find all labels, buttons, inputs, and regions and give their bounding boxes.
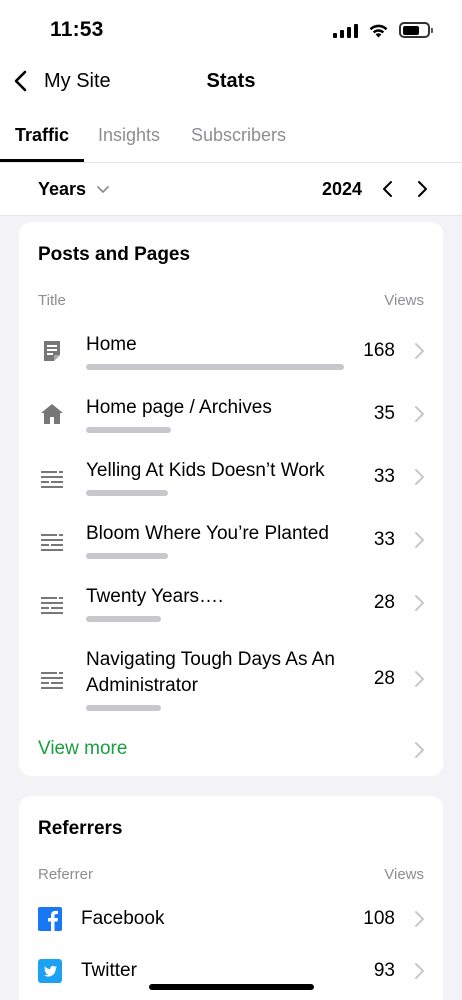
page-icon xyxy=(44,341,60,361)
post-title: Home xyxy=(86,334,137,355)
navigation-bar: My Site Stats xyxy=(0,60,462,106)
chevron-right-icon xyxy=(415,671,424,687)
column-header-views: Views xyxy=(384,866,424,883)
post-icon xyxy=(41,672,63,689)
views-bar xyxy=(86,616,161,622)
post-row-yelling[interactable]: Yelling At Kids Doesn’t Work 33 xyxy=(19,454,443,504)
card-title: Posts and Pages xyxy=(38,244,191,265)
chevron-right-icon xyxy=(415,911,424,927)
column-header-title: Title xyxy=(38,292,66,309)
post-title: Home page / Archives xyxy=(86,397,272,418)
views-bar xyxy=(86,427,171,433)
chevron-right-icon xyxy=(415,343,424,359)
post-row-bloom[interactable]: Bloom Where You’re Planted 33 xyxy=(19,517,443,567)
next-period-button[interactable] xyxy=(412,179,432,199)
chevron-right-icon xyxy=(415,469,424,485)
previous-period-button[interactable] xyxy=(378,179,398,199)
page-title: Stats xyxy=(206,70,256,92)
status-bar: 11:53 xyxy=(0,0,462,60)
referrer-name: Twitter xyxy=(81,960,137,981)
chevron-right-icon xyxy=(415,963,424,979)
year-label: 2024 xyxy=(321,179,362,199)
chevron-right-icon xyxy=(415,742,424,758)
view-more-row[interactable]: View more xyxy=(19,732,443,768)
stats-screen: 11:53 My Site Stats Traffic Insights Sub… xyxy=(0,0,462,1000)
post-icon xyxy=(41,471,63,488)
views-bar xyxy=(86,705,161,711)
facebook-icon xyxy=(38,907,62,931)
chevron-right-icon xyxy=(415,406,424,422)
tab-traffic[interactable]: Traffic xyxy=(15,125,69,146)
view-more-link[interactable]: View more xyxy=(38,738,127,760)
post-row-home-archives[interactable]: Home page / Archives 35 xyxy=(19,391,443,441)
period-bar: Years 2024 xyxy=(0,163,462,216)
home-icon xyxy=(41,404,63,424)
post-title: Navigating Tough Days As An Administrato… xyxy=(86,649,335,696)
chevron-right-icon xyxy=(415,595,424,611)
status-time: 11:53 xyxy=(50,18,104,41)
referrers-card: Referrers Referrer Views Facebook 108 Tw… xyxy=(19,796,443,1000)
tab-bar: Traffic Insights Subscribers xyxy=(0,106,462,163)
views-count: 35 xyxy=(373,403,395,424)
views-count: 28 xyxy=(373,592,395,613)
views-count: 108 xyxy=(363,908,395,929)
views-count: 33 xyxy=(373,529,395,550)
post-row-navigating[interactable]: Navigating Tough Days As An Administrato… xyxy=(19,643,443,719)
tab-subscribers[interactable]: Subscribers xyxy=(191,125,286,146)
period-label: Years xyxy=(38,179,87,199)
views-count: 33 xyxy=(373,466,395,487)
post-title: Bloom Where You’re Planted xyxy=(86,523,329,544)
chevron-down-icon xyxy=(97,185,109,193)
views-bar xyxy=(86,364,344,370)
post-title: Yelling At Kids Doesn’t Work xyxy=(86,460,325,481)
period-dropdown[interactable]: Years xyxy=(38,179,110,200)
post-row-twenty-years[interactable]: Twenty Years…. 28 xyxy=(19,580,443,630)
cellular-signal-icon xyxy=(333,22,358,38)
chevron-right-icon xyxy=(415,532,424,548)
wifi-icon xyxy=(369,24,388,38)
posts-and-pages-card: Posts and Pages Title Views Home 168 Hom… xyxy=(19,222,443,776)
tab-insights[interactable]: Insights xyxy=(98,125,160,146)
views-count: 93 xyxy=(373,960,395,981)
active-tab-indicator xyxy=(0,159,84,162)
referrer-name: Facebook xyxy=(81,908,165,929)
column-header-views: Views xyxy=(384,292,424,309)
views-bar xyxy=(86,553,168,559)
twitter-icon xyxy=(38,959,62,983)
views-count: 28 xyxy=(373,668,395,689)
battery-icon xyxy=(399,22,433,38)
post-title: Twenty Years…. xyxy=(86,586,224,607)
post-row-home[interactable]: Home 168 xyxy=(19,328,443,378)
post-icon xyxy=(41,534,63,551)
views-bar xyxy=(86,490,168,496)
views-count: 168 xyxy=(363,340,395,361)
column-header-referrer: Referrer xyxy=(38,866,94,883)
status-icons xyxy=(333,22,433,38)
card-title: Referrers xyxy=(38,818,123,839)
home-indicator[interactable] xyxy=(149,984,314,990)
post-icon xyxy=(41,597,63,614)
referrer-row-facebook[interactable]: Facebook 108 xyxy=(19,900,443,944)
